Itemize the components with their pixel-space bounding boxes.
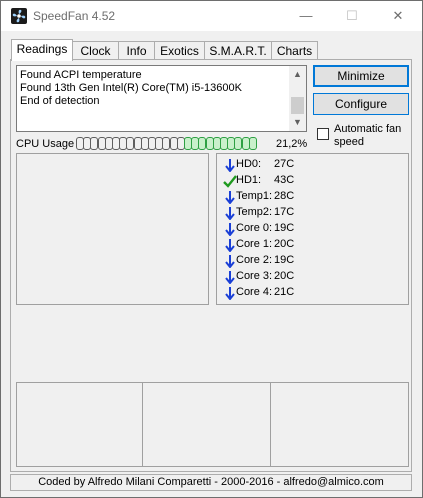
maximize-window-button[interactable]: ☐ bbox=[329, 1, 375, 31]
temperature-name: Core 3: bbox=[236, 270, 273, 282]
tab-smart[interactable]: S.M.A.R.T. bbox=[204, 41, 272, 60]
title-bar[interactable]: SpeedFan 4.52 — ☐ ✕ bbox=[1, 1, 422, 31]
minimize-window-button[interactable]: — bbox=[283, 1, 329, 31]
check-icon bbox=[223, 175, 237, 188]
arrow-down-icon bbox=[225, 191, 235, 204]
scroll-down-icon[interactable]: ▼ bbox=[289, 114, 306, 131]
cpu-usage-label: CPU Usage bbox=[16, 138, 75, 150]
temperature-panel: HD0: 27C HD1: 43C Temp1: 28C Temp2: 17C Core 0: 1… bbox=[216, 153, 409, 305]
temperature-name: Core 0: bbox=[236, 222, 273, 234]
cpu-usage-percent: 21,2% bbox=[276, 138, 308, 150]
fan-speed-panel bbox=[16, 153, 209, 305]
log-line: Found ACPI temperature bbox=[20, 69, 142, 81]
tab-info[interactable]: Info bbox=[118, 41, 155, 60]
arrow-down-icon bbox=[225, 271, 235, 284]
voltages-panel bbox=[16, 382, 409, 467]
temperature-row: Core 0: 19C bbox=[217, 221, 407, 237]
cpu-usage-meter bbox=[76, 137, 258, 150]
panel-divider bbox=[270, 383, 271, 466]
temperature-value: 20C bbox=[274, 270, 295, 282]
temperature-row: Temp1: 28C bbox=[217, 189, 407, 205]
speedfan-fan-icon bbox=[11, 8, 27, 24]
tab-readings[interactable]: Readings bbox=[11, 39, 73, 61]
arrow-down-icon bbox=[225, 223, 235, 236]
temperature-name: Core 4: bbox=[236, 286, 273, 298]
temperature-row: Temp2: 17C bbox=[217, 205, 407, 221]
tab-charts[interactable]: Charts bbox=[271, 41, 318, 60]
temperature-value: 19C bbox=[274, 222, 295, 234]
log-line: Found 13th Gen Intel(R) Core(TM) i5-1360… bbox=[20, 82, 242, 94]
temperature-value: 27C bbox=[274, 158, 295, 170]
window-title: SpeedFan 4.52 bbox=[33, 9, 116, 23]
automatic-fan-speed-label[interactable]: Automatic fan speed bbox=[334, 123, 410, 149]
arrow-down-icon bbox=[225, 159, 235, 172]
log-line: End of detection bbox=[20, 95, 100, 107]
temperature-value: 43C bbox=[274, 174, 295, 186]
temperature-value: 19C bbox=[274, 254, 295, 266]
scroll-thumb[interactable] bbox=[291, 97, 304, 114]
log-scrollbar[interactable]: ▲ ▼ bbox=[289, 66, 306, 131]
tab-clock[interactable]: Clock bbox=[72, 41, 119, 60]
temperature-value: 28C bbox=[274, 190, 295, 202]
temperature-name: Temp2: bbox=[236, 206, 273, 218]
temperature-row: HD0: 27C bbox=[217, 157, 407, 173]
temperature-row: Core 4: 21C bbox=[217, 285, 407, 301]
minimize-button[interactable]: Minimize bbox=[313, 65, 409, 87]
arrow-down-icon bbox=[225, 287, 235, 300]
temperature-value: 21C bbox=[274, 286, 295, 298]
temperature-name: Temp1: bbox=[236, 190, 273, 202]
automatic-fan-speed-checkbox[interactable] bbox=[317, 128, 329, 140]
temperature-row: Core 2: 19C bbox=[217, 253, 407, 269]
temperature-name: Core 1: bbox=[236, 238, 273, 250]
detection-log[interactable]: Found ACPI temperature Found 13th Gen In… bbox=[16, 65, 307, 132]
close-window-button[interactable]: ✕ bbox=[375, 1, 421, 31]
temperature-value: 20C bbox=[274, 238, 295, 250]
status-bar: Coded by Alfredo Milani Comparetti - 200… bbox=[10, 474, 412, 491]
cpu-usage-segment bbox=[248, 137, 257, 150]
temperature-row: Core 1: 20C bbox=[217, 237, 407, 253]
arrow-down-icon bbox=[225, 207, 235, 220]
tab-strip: Readings Clock Info Exotics S.M.A.R.T. C… bbox=[11, 39, 413, 61]
temperature-name: Core 2: bbox=[236, 254, 273, 266]
temperature-name: HD0: bbox=[236, 158, 262, 170]
temperature-row: HD1: 43C bbox=[217, 173, 407, 189]
temperature-value: 17C bbox=[274, 206, 295, 218]
panel-divider bbox=[142, 383, 143, 466]
temperature-row: Core 3: 20C bbox=[217, 269, 407, 285]
temperature-name: HD1: bbox=[236, 174, 262, 186]
arrow-down-icon bbox=[225, 239, 235, 252]
arrow-down-icon bbox=[225, 255, 235, 268]
tab-exotics[interactable]: Exotics bbox=[154, 41, 205, 60]
configure-button[interactable]: Configure bbox=[313, 93, 409, 115]
scroll-up-icon[interactable]: ▲ bbox=[289, 66, 306, 83]
